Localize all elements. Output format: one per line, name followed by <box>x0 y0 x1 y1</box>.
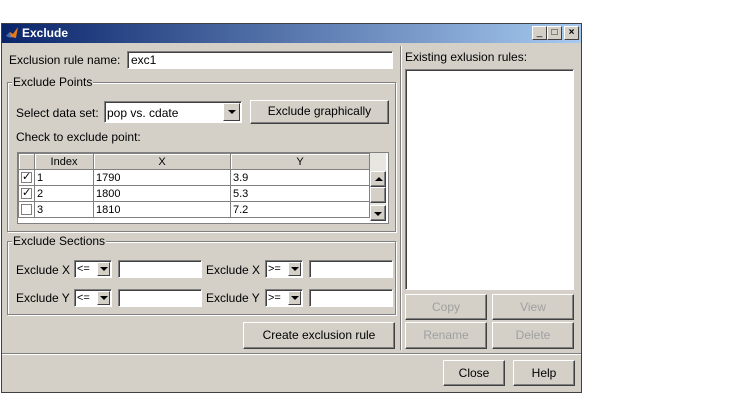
exclude-points-title: Exclude Points <box>12 75 94 89</box>
exclude-y-low-input[interactable] <box>118 289 202 307</box>
exclude-checkbox[interactable]: ✓ <box>21 188 32 200</box>
points-table: Index X Y ✓ 1 1790 3.9 ✓ 2 1800 5.3 3 18… <box>18 153 370 218</box>
minimize-button[interactable]: _ <box>532 26 547 40</box>
header-index[interactable]: Index <box>34 153 94 170</box>
rule-name-input[interactable]: exc1 <box>127 51 393 69</box>
dataset-value: pop vs. cdate <box>107 106 179 120</box>
matlab-icon <box>6 27 18 38</box>
table-row: ✓ 1 1790 3.9 <box>18 169 370 186</box>
exclude-x-high-label: Exclude X <box>206 263 261 277</box>
dropdown-arrow-icon <box>288 291 301 305</box>
exclude-x-low-operator[interactable]: <= <box>74 260 112 278</box>
operator-value: <= <box>77 263 90 275</box>
exclude-x-low-input[interactable] <box>118 260 202 278</box>
exclude-graphically-button[interactable]: Exclude graphically <box>250 100 389 124</box>
rule-name-label: Exclusion rule name: <box>9 53 121 67</box>
scroll-up-arrow-icon[interactable] <box>370 171 386 187</box>
dropdown-arrow-icon <box>288 262 301 276</box>
exclude-y-high-input[interactable] <box>309 289 393 307</box>
close-button[interactable]: Close <box>443 360 505 386</box>
x-cell: 1810 <box>93 201 231 218</box>
operator-value: >= <box>268 292 281 304</box>
exclude-checkbox[interactable]: ✓ <box>21 172 32 184</box>
existing-rules-label: Existing exlusion rules: <box>405 50 528 64</box>
dropdown-arrow-icon <box>223 103 240 121</box>
dataset-select[interactable]: pop vs. cdate <box>104 101 242 123</box>
exclude-x-low-label: Exclude X <box>16 263 71 277</box>
x-cell: 1800 <box>93 185 231 202</box>
exclude-dialog: Exclude _ □ × Exclusion rule name: exc1 … <box>1 23 582 393</box>
view-button[interactable]: View <box>492 294 574 320</box>
exclude-y-high-operator[interactable]: >= <box>265 289 303 307</box>
existing-rules-list[interactable] <box>405 69 574 290</box>
title-bar: Exclude _ □ × <box>2 24 581 43</box>
help-button[interactable]: Help <box>513 360 575 386</box>
create-exclusion-rule-button[interactable]: Create exclusion rule <box>243 322 395 349</box>
scroll-down-arrow-icon[interactable] <box>370 205 386 221</box>
panel-divider <box>400 46 402 350</box>
exclude-checkbox[interactable] <box>21 204 32 216</box>
exclude-x-high-operator[interactable]: >= <box>265 260 303 278</box>
delete-button[interactable]: Delete <box>492 322 574 349</box>
header-y[interactable]: Y <box>230 153 370 170</box>
window-title: Exclude <box>22 26 69 40</box>
exclude-y-low-operator[interactable]: <= <box>74 289 112 307</box>
table-row: ✓ 2 1800 5.3 <box>18 185 370 202</box>
y-cell: 3.9 <box>230 169 370 186</box>
exclude-y-high-label: Exclude Y <box>206 291 260 305</box>
exclude-y-low-label: Exclude Y <box>16 291 70 305</box>
row-check-cell <box>18 201 35 218</box>
table-scrollbar[interactable] <box>370 153 386 221</box>
exclude-x-high-input[interactable] <box>309 260 393 278</box>
index-cell: 1 <box>34 169 94 186</box>
operator-value: >= <box>268 263 281 275</box>
maximize-button[interactable]: □ <box>547 26 562 40</box>
scroll-thumb[interactable] <box>370 187 386 203</box>
y-cell: 7.2 <box>230 201 370 218</box>
table-row: 3 1810 7.2 <box>18 201 370 218</box>
dropdown-arrow-icon <box>97 291 110 305</box>
index-cell: 2 <box>34 185 94 202</box>
y-cell: 5.3 <box>230 185 370 202</box>
header-check <box>18 153 35 170</box>
row-check-cell: ✓ <box>18 169 35 186</box>
row-check-cell: ✓ <box>18 185 35 202</box>
x-cell: 1790 <box>93 169 231 186</box>
index-cell: 3 <box>34 201 94 218</box>
rename-button[interactable]: Rename <box>405 322 487 349</box>
bottom-separator <box>2 353 581 355</box>
dropdown-arrow-icon <box>97 262 110 276</box>
copy-button[interactable]: Copy <box>405 294 487 320</box>
select-dataset-label: Select data set: <box>16 106 99 120</box>
header-x[interactable]: X <box>93 153 231 170</box>
exclude-sections-title: Exclude Sections <box>12 234 107 248</box>
close-window-button[interactable]: × <box>564 26 579 40</box>
check-exclude-label: Check to exclude point: <box>16 130 141 144</box>
operator-value: <= <box>77 292 90 304</box>
table-header-row: Index X Y <box>18 153 370 170</box>
